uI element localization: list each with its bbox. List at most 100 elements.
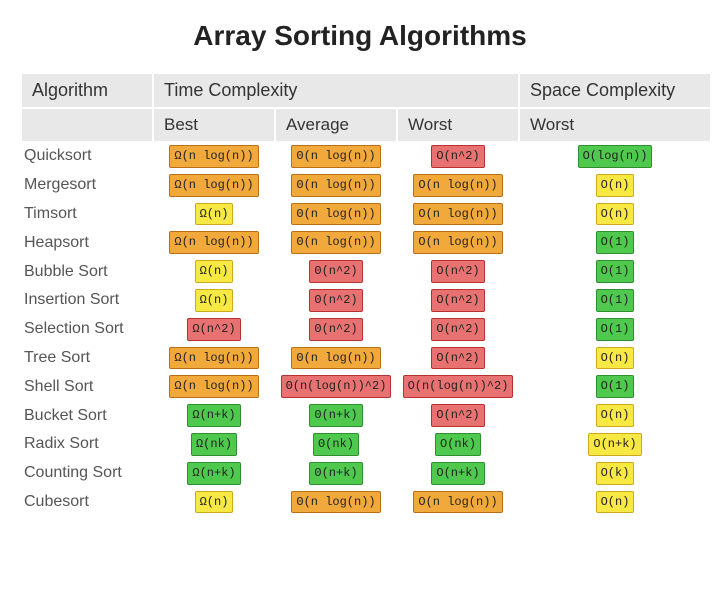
time-average-chip: Θ(n^2) bbox=[309, 260, 362, 283]
time-average-chip: Θ(n log(n)) bbox=[291, 347, 380, 370]
space-worst-cell: O(n) bbox=[520, 489, 710, 516]
subheader-best: Best bbox=[154, 109, 274, 141]
time-average-chip: Θ(nk) bbox=[313, 433, 359, 456]
time-worst-cell: O(nk) bbox=[398, 431, 518, 458]
header-space: Space Complexity bbox=[520, 74, 710, 107]
time-best-chip: Ω(n log(n)) bbox=[169, 375, 258, 398]
space-worst-cell: O(1) bbox=[520, 258, 710, 285]
time-worst-cell: O(n^2) bbox=[398, 316, 518, 343]
time-worst-cell: O(n log(n)) bbox=[398, 229, 518, 256]
time-average-cell: Θ(n^2) bbox=[276, 287, 396, 314]
algorithm-name: Mergesort bbox=[22, 172, 152, 199]
time-average-chip: Θ(n log(n)) bbox=[291, 231, 380, 254]
space-worst-chip: O(1) bbox=[596, 231, 635, 254]
time-best-chip: Ω(n^2) bbox=[187, 318, 240, 341]
algorithm-name: Tree Sort bbox=[22, 345, 152, 372]
space-worst-chip: O(n) bbox=[596, 347, 635, 370]
time-average-chip: Θ(n+k) bbox=[309, 404, 362, 427]
table-row: Insertion SortΩ(n)Θ(n^2)O(n^2)O(1) bbox=[22, 287, 710, 314]
time-best-cell: Ω(n log(n)) bbox=[154, 229, 274, 256]
algorithm-name: Bucket Sort bbox=[22, 402, 152, 429]
table-row: Tree SortΩ(n log(n)) Θ(n log(n)) O(n^2) O(n… bbox=[22, 345, 710, 372]
time-worst-chip: O(n+k) bbox=[431, 462, 484, 485]
time-best-chip: Ω(n) bbox=[195, 260, 234, 283]
table-row: Mergesort Ω(n log(n)) Θ(n log(n)) O(n log(n… bbox=[22, 172, 710, 199]
subheader-average: Average bbox=[276, 109, 396, 141]
time-best-cell: Ω(n log(n)) bbox=[154, 172, 274, 199]
space-worst-chip: O(log(n)) bbox=[578, 145, 653, 168]
time-worst-chip: O(n log(n)) bbox=[413, 203, 502, 226]
time-worst-chip: O(n(log(n))^2) bbox=[403, 375, 514, 398]
time-best-chip: Ω(n+k) bbox=[187, 462, 240, 485]
time-worst-cell: O(n+k) bbox=[398, 460, 518, 487]
space-worst-chip: O(n) bbox=[596, 174, 635, 197]
time-average-chip: Θ(n+k) bbox=[309, 462, 362, 485]
algorithm-name: Cubesort bbox=[22, 489, 152, 516]
space-worst-chip: O(n) bbox=[596, 491, 635, 514]
space-worst-chip: O(1) bbox=[596, 318, 635, 341]
time-average-chip: Θ(n log(n)) bbox=[291, 174, 380, 197]
space-worst-cell: O(n) bbox=[520, 345, 710, 372]
time-average-chip: Θ(n log(n)) bbox=[291, 491, 380, 514]
time-worst-chip: O(n^2) bbox=[431, 404, 484, 427]
table-row: Cubesort Ω(n) Θ(n log(n)) O(n log(n)) O(n) bbox=[22, 489, 710, 516]
table-row: Shell Sort Ω(n log(n)) Θ(n(log(n))^2) O(n(l… bbox=[22, 373, 710, 400]
time-best-chip: Ω(n) bbox=[195, 289, 234, 312]
space-worst-cell: O(1) bbox=[520, 316, 710, 343]
algorithm-name: Quicksort bbox=[22, 143, 152, 170]
complexity-table: Algorithm Time Complexity Space Complexi… bbox=[20, 72, 712, 517]
time-best-chip: Ω(nk) bbox=[191, 433, 237, 456]
time-best-cell: Ω(nk) bbox=[154, 431, 274, 458]
table-row: HeapsortΩ(n log(n))Θ(n log(n))O(n log(n)… bbox=[22, 229, 710, 256]
algorithm-name: Counting Sort bbox=[22, 460, 152, 487]
space-worst-chip: O(n+k) bbox=[588, 433, 641, 456]
time-best-cell: Ω(n+k) bbox=[154, 460, 274, 487]
subheader-worst-space: Worst bbox=[520, 109, 710, 141]
time-average-cell: Θ(n log(n)) bbox=[276, 143, 396, 170]
time-best-cell: Ω(n) bbox=[154, 287, 274, 314]
time-best-chip: Ω(n log(n)) bbox=[169, 231, 258, 254]
space-worst-cell: O(n) bbox=[520, 172, 710, 199]
time-worst-chip: O(n^2) bbox=[431, 347, 484, 370]
space-worst-cell: O(1) bbox=[520, 229, 710, 256]
time-worst-chip: O(n log(n)) bbox=[413, 231, 502, 254]
time-best-chip: Ω(n) bbox=[195, 491, 234, 514]
time-best-chip: Ω(n+k) bbox=[187, 404, 240, 427]
time-best-cell: Ω(n+k) bbox=[154, 402, 274, 429]
time-worst-chip: O(n^2) bbox=[431, 289, 484, 312]
time-worst-chip: O(n^2) bbox=[431, 260, 484, 283]
time-average-cell: Θ(n log(n)) bbox=[276, 229, 396, 256]
time-average-cell: Θ(n(log(n))^2) bbox=[276, 373, 396, 400]
algorithm-name: Shell Sort bbox=[22, 373, 152, 400]
subheader-worst-time: Worst bbox=[398, 109, 518, 141]
algorithm-name: Timsort bbox=[22, 201, 152, 228]
table-row: TimsortΩ(n)Θ(n log(n))O(n log(n))O(n) bbox=[22, 201, 710, 228]
time-worst-cell: O(n log(n)) bbox=[398, 172, 518, 199]
time-average-cell: Θ(n log(n)) bbox=[276, 489, 396, 516]
space-worst-chip: O(1) bbox=[596, 375, 635, 398]
time-average-cell: Θ(n+k) bbox=[276, 402, 396, 429]
header-algorithm: Algorithm bbox=[22, 74, 152, 107]
time-worst-cell: O(n^2) bbox=[398, 258, 518, 285]
time-average-cell: Θ(n^2) bbox=[276, 258, 396, 285]
time-best-cell: Ω(n) bbox=[154, 489, 274, 516]
time-average-chip: Θ(n log(n)) bbox=[291, 203, 380, 226]
time-best-chip: Ω(n log(n)) bbox=[169, 145, 258, 168]
time-best-chip: Ω(n) bbox=[195, 203, 234, 226]
time-average-cell: Θ(n log(n)) bbox=[276, 345, 396, 372]
space-worst-cell: O(n+k) bbox=[520, 431, 710, 458]
time-best-cell: Ω(n) bbox=[154, 201, 274, 228]
time-worst-cell: O(n^2) bbox=[398, 143, 518, 170]
space-worst-chip: O(1) bbox=[596, 260, 635, 283]
time-worst-chip: O(n log(n)) bbox=[413, 491, 502, 514]
time-worst-cell: O(n log(n)) bbox=[398, 489, 518, 516]
time-average-cell: Θ(nk) bbox=[276, 431, 396, 458]
time-best-cell: Ω(n log(n)) bbox=[154, 143, 274, 170]
time-best-cell: Ω(n^2) bbox=[154, 316, 274, 343]
time-worst-cell: O(n^2) bbox=[398, 402, 518, 429]
time-best-chip: Ω(n log(n)) bbox=[169, 174, 258, 197]
table-row: Quicksort Ω(n log(n)) Θ(n log(n))O(n^2) O(l… bbox=[22, 143, 710, 170]
table-row: Selection SortΩ(n^2)Θ(n^2)O(n^2)O(1) bbox=[22, 316, 710, 343]
time-best-cell: Ω(n log(n)) bbox=[154, 345, 274, 372]
space-worst-cell: O(n) bbox=[520, 402, 710, 429]
